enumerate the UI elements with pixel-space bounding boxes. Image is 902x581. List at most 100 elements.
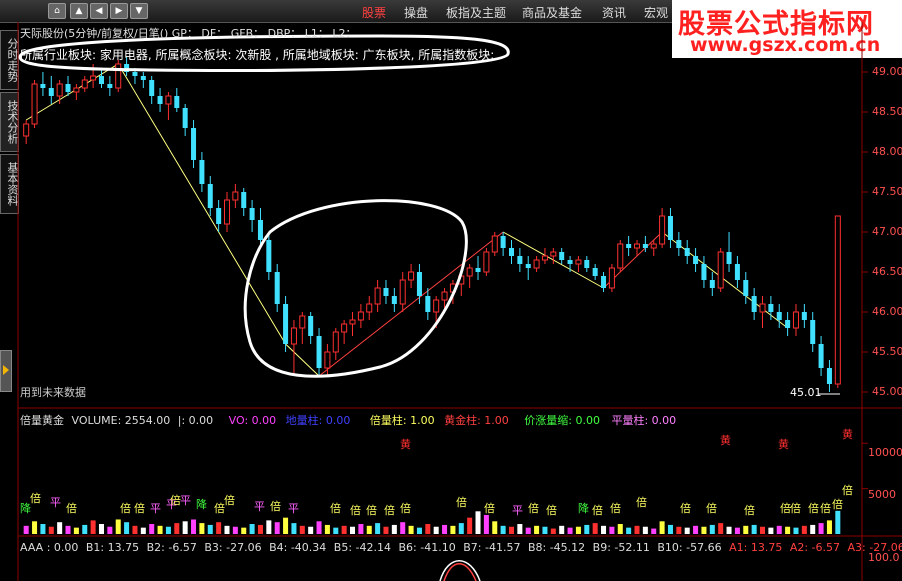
menu-item-stocks[interactable]: 股票 xyxy=(362,4,386,21)
price-axis-label: 45.00 xyxy=(872,385,902,398)
volume-bar xyxy=(32,521,38,534)
candle-body xyxy=(241,192,247,208)
aaa-value: : 0.00 xyxy=(46,541,79,554)
candle-body xyxy=(157,96,163,104)
candle-body xyxy=(642,244,648,248)
volume-bar xyxy=(709,524,715,534)
b8-value: B8: -45.12 xyxy=(527,541,586,554)
future-data-label: 用到未来数据 xyxy=(20,386,86,399)
volume-signal-bei: 倍 xyxy=(610,502,621,515)
candle-body xyxy=(575,259,582,265)
volume-bar xyxy=(433,526,439,534)
volume-bar xyxy=(207,524,213,534)
candle-body xyxy=(734,264,740,280)
flat-volume-value: 平量柱: 0.00 xyxy=(611,414,677,427)
volume-bar xyxy=(601,525,607,534)
candle-body xyxy=(165,95,172,105)
candle-body xyxy=(232,191,239,201)
price-axis-label: 47.50 xyxy=(872,185,902,198)
candle-body xyxy=(425,296,431,312)
candle-body xyxy=(341,323,348,333)
volume-bar xyxy=(350,526,356,534)
candle-body xyxy=(366,303,373,313)
menu-item-news[interactable]: 资讯 xyxy=(602,4,626,21)
candle-body xyxy=(374,287,381,305)
volume-signal-bei: 倍 xyxy=(842,484,853,497)
candle-body xyxy=(191,128,197,160)
candle-body xyxy=(266,240,272,272)
sector-info: 所属行业板块: 家用电器, 所属概念板块: 次新股 , 所属地域板块: 广东板块… xyxy=(20,48,495,62)
back-arrow-icon[interactable]: ◀ xyxy=(90,3,108,19)
candle-body xyxy=(801,312,807,320)
volume-signal-bei: 倍 xyxy=(66,502,77,515)
b9-value: B9: -52.11 xyxy=(592,541,650,554)
menu-item-commodity-fund[interactable]: 商品及基金 xyxy=(522,4,582,21)
candle-body xyxy=(274,272,280,304)
volume-bar xyxy=(793,527,799,534)
trendline xyxy=(318,231,504,377)
candle-body xyxy=(316,336,322,368)
menu-item-macro[interactable]: 宏观 xyxy=(644,4,668,21)
candle-body xyxy=(257,220,263,240)
trendlines xyxy=(25,63,788,377)
volume-bar xyxy=(550,528,556,534)
candle-body xyxy=(517,256,523,264)
volume-signal-bei: 倍 xyxy=(456,496,467,509)
volume-bar xyxy=(609,526,615,534)
volume-bar xyxy=(40,524,46,534)
volume-bar xyxy=(693,525,699,534)
volume-signal-jiang: 降 xyxy=(20,502,31,515)
trendline xyxy=(25,63,320,377)
volume-bar xyxy=(508,526,514,534)
candle-body xyxy=(40,84,46,88)
price-up-volume-down-value: 价涨量缩: 0.00 xyxy=(524,414,600,427)
candle-body xyxy=(349,319,356,325)
volume-bar xyxy=(785,526,791,534)
candle-body xyxy=(667,216,673,240)
chart-canvas xyxy=(17,22,902,581)
candle-body xyxy=(541,255,548,261)
down-arrow-icon[interactable]: ▼ xyxy=(130,3,148,19)
forward-arrow-icon[interactable]: ▶ xyxy=(110,3,128,19)
volume-signal-bei: 倍 xyxy=(350,504,361,517)
candle-body xyxy=(149,80,155,96)
candle-body xyxy=(140,76,146,80)
candle-body xyxy=(701,264,707,280)
candle-body xyxy=(31,83,38,125)
volume-bar xyxy=(826,520,832,534)
volume-bar xyxy=(391,524,397,534)
volume-signal-huang: 黄 xyxy=(400,438,411,451)
volume-bar xyxy=(442,524,448,534)
candle-body xyxy=(676,240,682,248)
volume-bar xyxy=(65,525,71,534)
b5-value: B5: -42.14 xyxy=(333,541,392,554)
volume-bar xyxy=(408,525,414,534)
price-axis-label: 45.50 xyxy=(872,345,902,358)
up-arrow-icon[interactable]: ▲ xyxy=(70,3,88,19)
volume-signal-bei: 倍 xyxy=(224,494,235,507)
volume-signal-bei: 倍 xyxy=(744,504,755,517)
volume-bar xyxy=(400,522,406,534)
volume-bar xyxy=(450,525,456,534)
volume-bar xyxy=(257,524,263,534)
volume-bar xyxy=(425,524,431,534)
volume-signal-huang: 黄 xyxy=(778,438,789,451)
volume-indicator-header: 倍量黄金 VOLUME: 2554.00 |: 0.00 VO: 0.00 地量… xyxy=(20,412,676,428)
volume-bar xyxy=(174,523,180,534)
b2-value: B2: -6.57 xyxy=(146,541,197,554)
menu-item-trading[interactable]: 操盘 xyxy=(404,4,428,21)
menu-item-index-theme[interactable]: 板指及主题 xyxy=(446,4,506,21)
volume-bar xyxy=(232,526,238,534)
volume-bar xyxy=(299,525,305,534)
price-axis-label: 48.00 xyxy=(872,145,902,158)
volume-bar xyxy=(341,525,347,534)
price-axis-label: 46.00 xyxy=(872,305,902,318)
volume-bars xyxy=(23,442,868,534)
price-axis-label: 48.50 xyxy=(872,105,902,118)
volume-bar xyxy=(642,526,648,534)
home-icon[interactable]: ⌂ xyxy=(48,3,66,19)
volume-signal-bei: 倍 xyxy=(330,502,341,515)
candle-body xyxy=(834,215,841,385)
candle-body xyxy=(299,315,306,329)
volume-bar xyxy=(274,522,280,534)
